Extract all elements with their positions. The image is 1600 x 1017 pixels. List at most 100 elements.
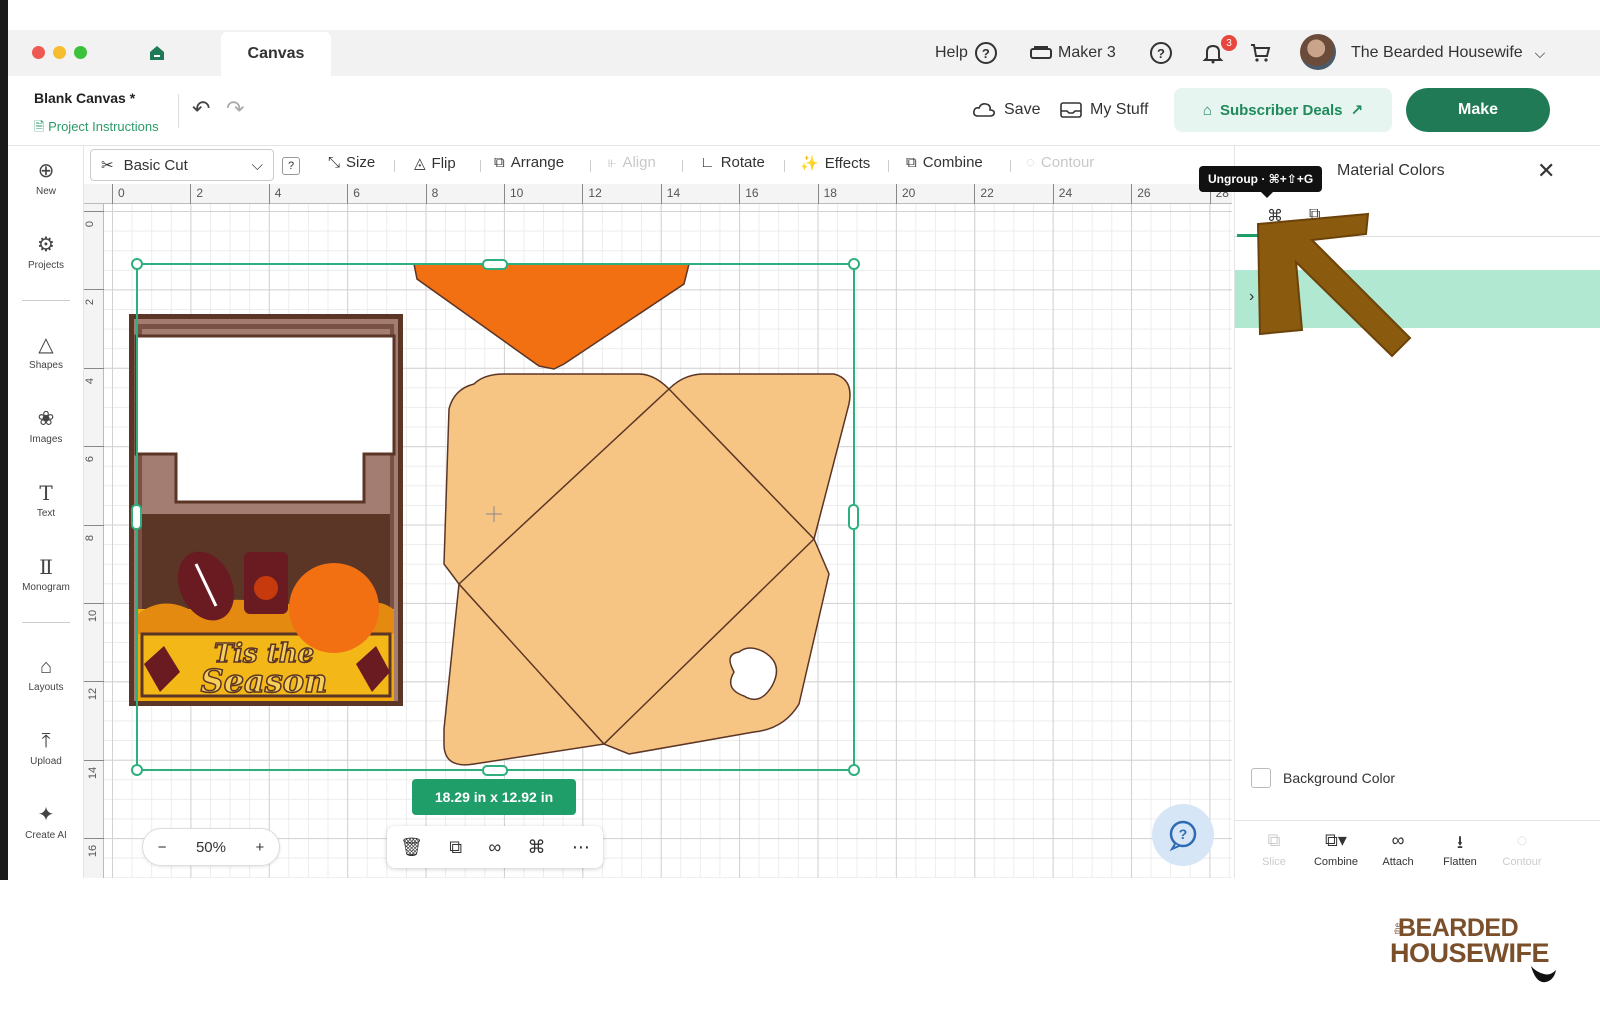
combine-panel-button[interactable]: ⧉▾ Combine (1305, 830, 1367, 868)
project-instructions-link[interactable]: 🗎 Project Instructions (34, 118, 159, 140)
zoom-level: 50% (195, 838, 226, 856)
tab-canvas[interactable]: Canvas (221, 32, 331, 76)
chat-question-icon: ? (1169, 820, 1197, 852)
arrange-icon: ⧉ (494, 154, 505, 171)
beard-icon (1531, 966, 1556, 983)
trash-icon[interactable]: 🗑 (400, 837, 423, 858)
project-header: Blank Canvas * 🗎 Project Instructions ↶ … (8, 76, 1600, 146)
left-sidebar: ⊕ New ⚙ Projects △ Shapes ❀ Images T Tex… (8, 146, 84, 878)
zoom-out-button[interactable]: − (158, 839, 167, 856)
inbox-icon (1060, 102, 1082, 118)
operation-select[interactable]: ✂ Basic Cut ⌵ (90, 149, 274, 181)
sidebar-item-projects[interactable]: ⚙ Projects (8, 222, 84, 282)
combine-button[interactable]: ⧉ Combine (906, 154, 983, 171)
effects-label: Effects (824, 154, 871, 172)
toolbar-divider (590, 160, 591, 172)
effects-button[interactable]: ✨ Effects (800, 154, 871, 173)
attach-icon: ∞ (1391, 830, 1405, 850)
subscriber-deals-button[interactable]: ⌂ Subscriber Deals ↗ (1174, 88, 1392, 132)
align-button[interactable]: ⫦ Align (608, 154, 656, 171)
user-menu[interactable]: The Bearded Housewife ⌵ (1351, 30, 1545, 76)
project-title[interactable]: Blank Canvas * (34, 90, 135, 106)
zoom-in-button[interactable]: + (255, 839, 264, 856)
design-canvas[interactable]: 0 2 4 6 8 10 12 14 16 18 20 22 24 26 28 0 2 4 6 8 10 12 14 16 (84, 184, 1232, 878)
sidebar-item-images[interactable]: ❀ Images (8, 396, 84, 456)
help-menu[interactable]: Help ? (935, 30, 997, 76)
machine-icon (1030, 46, 1052, 59)
combine-label: Combine (1313, 856, 1359, 868)
layouts-icon: ⌂ (39, 655, 53, 678)
help-chat-button[interactable]: ? (1152, 804, 1214, 866)
shapes-icon: △ (38, 333, 54, 356)
cart-button[interactable] (1249, 30, 1271, 76)
save-button[interactable]: Save (972, 96, 1040, 124)
rotate-button[interactable]: ∟ Rotate (700, 154, 765, 171)
lightbulb-icon: ❀ (37, 407, 55, 430)
home-icon[interactable] (147, 43, 167, 63)
notification-count-badge: 3 (1221, 35, 1237, 51)
sidebar-item-label: Monogram (22, 581, 70, 593)
operation-help-button[interactable]: ? (282, 157, 300, 175)
contour-button[interactable]: ◌ Contour (1026, 154, 1094, 171)
divider (178, 94, 179, 128)
notifications-button[interactable] (1202, 30, 1224, 76)
scissors-icon: ✂ (101, 157, 114, 174)
support-chat-button[interactable]: ? (1150, 30, 1172, 76)
size-label: Size (346, 154, 376, 171)
contour-icon: ◌ (1026, 154, 1035, 171)
sidebar-item-shapes[interactable]: △ Shapes (8, 322, 84, 382)
undo-icon[interactable]: ↶ (192, 96, 218, 122)
make-button[interactable]: Make (1406, 88, 1550, 132)
slice-icon: ⧉ (1267, 830, 1281, 850)
sidebar-item-upload[interactable]: ⤒ Upload (8, 718, 84, 778)
text-icon: T (39, 480, 53, 505)
sidebar-item-layouts[interactable]: ⌂ Layouts (8, 644, 84, 704)
sidebar-item-new[interactable]: ⊕ New (8, 148, 84, 208)
fall-card-design[interactable]: Tis the Season (129, 314, 403, 706)
save-label: Save (1004, 101, 1041, 118)
rotate-icon: ∟ (700, 154, 715, 171)
project-instructions-label: Project Instructions (48, 119, 159, 134)
machine-selector[interactable]: Maker 3 (1030, 30, 1116, 76)
dimensions-badge: 18.29 in x 12.92 in (412, 779, 576, 815)
close-window-button[interactable] (32, 46, 45, 59)
minimize-window-button[interactable] (53, 46, 66, 59)
sidebar-item-text[interactable]: T Text (8, 470, 84, 530)
card-text-line2: Season (201, 662, 328, 700)
annotation-arrow-icon (1256, 212, 1412, 358)
sidebar-item-monogram[interactable]: Ⅱ Monogram (8, 544, 84, 604)
orange-flap-shape[interactable] (413, 263, 690, 370)
maximize-window-button[interactable] (74, 46, 87, 59)
toolbar-divider (682, 160, 683, 172)
flatten-label: Flatten (1443, 856, 1477, 868)
toolbar-divider (480, 160, 481, 172)
flatten-button[interactable]: ⭳ Flatten (1429, 830, 1491, 868)
slice-button[interactable]: ⧉ Slice (1243, 830, 1305, 868)
ungroup-icon[interactable]: ⌘ (528, 837, 546, 858)
size-button[interactable]: ⤡ Size (328, 154, 375, 171)
monogram-icon: Ⅱ (39, 554, 53, 579)
background-color-checkbox[interactable] (1251, 768, 1271, 788)
attach-button[interactable]: ∞ Attach (1367, 830, 1429, 868)
my-stuff-button[interactable]: My Stuff (1060, 96, 1148, 124)
attach-icon[interactable]: ∞ (488, 837, 501, 858)
background-color-toggle[interactable]: Background Color (1251, 768, 1395, 788)
envelope-shape[interactable] (443, 373, 851, 766)
external-link-icon: ↗ (1350, 102, 1364, 119)
more-icon[interactable]: ⋯ (572, 837, 590, 858)
selection-quick-toolbar: 🗑 ⧉ ∞ ⌘ ⋯ (387, 826, 603, 868)
close-icon[interactable]: ✕ (1537, 158, 1555, 184)
magic-wand-icon: ✨ (800, 155, 819, 172)
sidebar-item-create-ai[interactable]: ✦ Create AI (8, 792, 84, 852)
redo-icon[interactable]: ↷ (226, 96, 252, 122)
flip-label: Flip (431, 154, 456, 172)
avatar[interactable] (1300, 34, 1336, 70)
flip-button[interactable]: ◬ Flip (414, 154, 456, 173)
align-label: Align (622, 154, 656, 171)
brand-line2: HOUSEWIFE (1390, 938, 1550, 968)
arrange-button[interactable]: ⧉ Arrange (494, 154, 564, 171)
sidebar-item-label: New (35, 185, 56, 197)
contour-panel-button[interactable]: ◌ Contour (1491, 830, 1553, 868)
contour-label: Contour (1502, 856, 1542, 868)
duplicate-icon[interactable]: ⧉ (449, 837, 462, 858)
